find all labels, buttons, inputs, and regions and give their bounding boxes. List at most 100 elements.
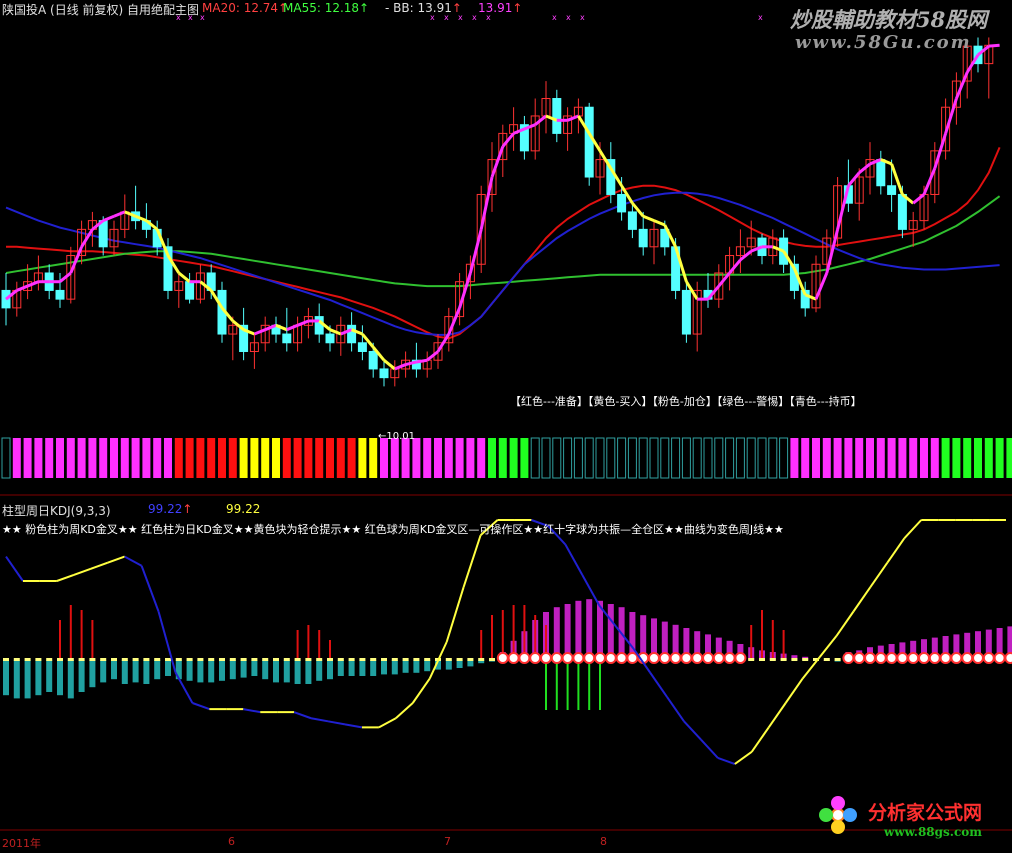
strip-cell [898, 438, 907, 478]
zero-marker [348, 658, 355, 661]
strip-cell [239, 438, 248, 478]
strip-cell [746, 437, 756, 479]
weekly-j-segment [666, 696, 685, 722]
weekly-j-segment [767, 702, 787, 728]
strip-cell [833, 438, 842, 478]
strip-cell [77, 438, 86, 478]
strip-cell [995, 438, 1004, 478]
candle-body [185, 281, 195, 300]
strip-cell [336, 438, 345, 478]
kdj-bar [154, 660, 161, 680]
zero-marker [316, 658, 323, 661]
strip-cell [326, 438, 334, 478]
color-trend-segment [912, 193, 925, 205]
zero-marker [780, 658, 787, 661]
zero-marker [197, 658, 204, 661]
red-ball-marker [842, 652, 855, 664]
strip-cell [703, 437, 713, 479]
weekly-j-segment [462, 534, 482, 588]
candle-body [379, 368, 389, 379]
color-trend-segment [447, 307, 461, 335]
color-trend-segment [501, 132, 515, 148]
red-ball-marker [907, 652, 920, 664]
kdj-bar [219, 660, 225, 681]
kdj-bar [327, 660, 333, 680]
weekly-j-segment [378, 717, 397, 729]
zero-marker [251, 658, 258, 661]
strip-cell [142, 438, 151, 478]
kdj-bar [316, 660, 323, 681]
color-trend-segment [836, 185, 850, 230]
strip-cell [412, 438, 421, 478]
strip-cell [282, 438, 291, 478]
strip-cell [671, 437, 681, 479]
color-trend-segment [490, 145, 505, 178]
kdj-bar [575, 600, 582, 660]
strip-cell [520, 438, 529, 478]
strip-cell [455, 438, 464, 478]
strip-cell [563, 437, 573, 479]
ma20-label: MA20: 12.74↑ [202, 1, 289, 15]
zero-marker [478, 658, 485, 661]
sub-value2: 99.22 [226, 502, 261, 516]
weekly-j-segment [734, 750, 753, 765]
weekly-j-segment [5, 556, 24, 582]
kdj-bar [586, 599, 593, 660]
kdj-bar [564, 604, 571, 660]
sub-chart-title: 柱型周日KDJ(9,3,3) [2, 504, 111, 518]
zero-marker [219, 658, 225, 661]
weekly-j-segment [107, 555, 125, 564]
strip-cell [315, 438, 324, 478]
red-ball-marker [853, 652, 866, 664]
zero-marker [240, 658, 247, 661]
color-trend-segment [426, 350, 439, 362]
zero-marker [13, 658, 20, 661]
red-ball-marker [604, 652, 617, 664]
zero-marker [132, 658, 139, 661]
kdj-bar [424, 660, 431, 672]
indicator-note: ★★ 粉色柱为周KD金叉★★ 红色柱为日KD金叉★★黄色块为轻仓提示★★ 红色球… [2, 523, 784, 536]
strip-cell [595, 437, 605, 479]
kdj-bar [143, 660, 150, 684]
strip-cell [681, 437, 691, 479]
candle-body [638, 228, 648, 248]
red-ball-marker [993, 652, 1006, 664]
kdj-bar [294, 660, 301, 684]
strip-cell [347, 438, 356, 478]
strip-cell [401, 438, 410, 478]
strip-cell [627, 437, 637, 479]
kdj-bar [305, 660, 312, 684]
kdj-bar [456, 660, 463, 668]
strip-cell [822, 438, 831, 478]
ma55-label: MA55: 12.18↑ [283, 1, 370, 15]
color-trend-segment [297, 319, 309, 327]
weekly-j-segment [750, 726, 770, 753]
red-ball-marker [540, 652, 552, 664]
strip-cell [920, 438, 928, 478]
strip-cell [477, 438, 486, 478]
zero-marker [67, 658, 74, 661]
weekly-j-segment [293, 711, 312, 720]
strip-cell [261, 438, 270, 478]
candle-body [617, 193, 627, 213]
red-ball-marker [496, 652, 509, 664]
zero-marker [337, 658, 344, 661]
strip-cell [1, 437, 11, 479]
strip-cell [207, 438, 216, 478]
zero-marker [24, 658, 31, 661]
strip-cell [714, 437, 724, 479]
kdj-bar [413, 660, 420, 673]
strip-cell [617, 437, 627, 479]
red-ball-marker [1004, 652, 1012, 664]
strip-cell [466, 438, 475, 478]
red-ball-marker [950, 652, 963, 664]
strip-cell [509, 438, 518, 478]
zero-marker [111, 658, 117, 661]
kdj-bar [391, 660, 398, 675]
zero-marker [262, 658, 269, 661]
color-legend: 【红色---准备】【黄色-买入】【粉色-加仓】【绿色---警惕】【青色---持币… [510, 395, 862, 408]
zero-marker [305, 658, 312, 661]
strip-cell [88, 438, 97, 478]
color-trend-segment [642, 214, 655, 223]
weekly-j-segment [700, 738, 719, 759]
